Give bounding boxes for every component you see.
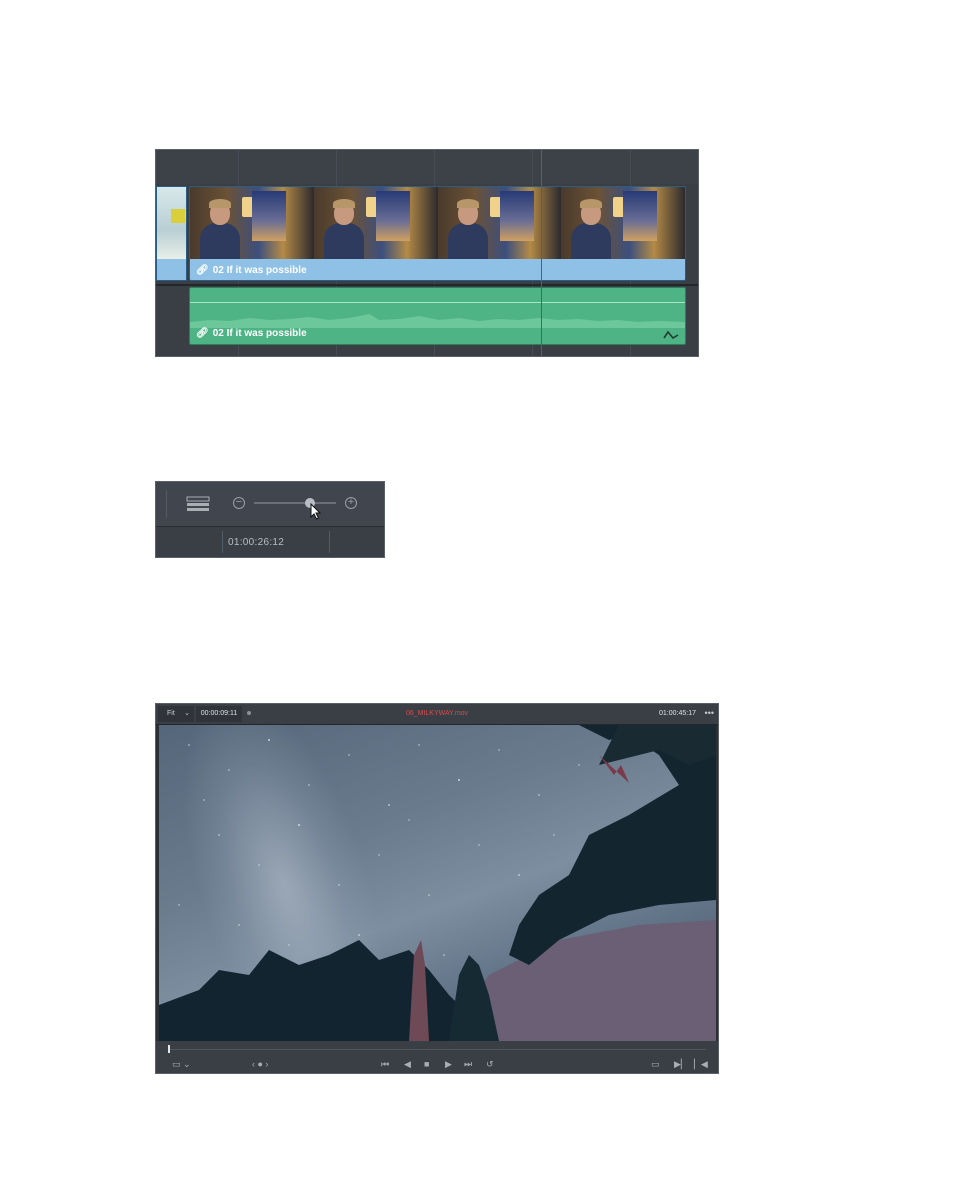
jump-to-end-icon[interactable]: ⏭ (464, 1058, 472, 1070)
mouse-pointer-icon (310, 503, 322, 520)
source-viewer: Fit ⌄ 00:00:09:11 06_MILKYWAY.mov 01:00:4… (155, 703, 719, 1074)
previous-edit-icon[interactable]: ▏◀ (694, 1058, 708, 1070)
audio-clip-name: 02 If it was possible (212, 328, 307, 339)
video-clip-label: 🔗︎ 02 If it was possible (196, 265, 307, 276)
filmstrip-frame (313, 187, 438, 259)
night-sky-scene (159, 725, 716, 1041)
viewer-display-options-icon[interactable]: ▭ ⌄ (172, 1058, 191, 1070)
viewer-image[interactable]: ▶▌ (159, 725, 716, 1041)
previous-video-clip[interactable] (156, 186, 187, 281)
audio-level-line[interactable] (190, 302, 685, 303)
loop-icon[interactable]: ↺ (486, 1058, 494, 1070)
zoom-out-icon[interactable]: − (233, 497, 245, 509)
record-timecode: 01:00:45:17 (659, 710, 696, 717)
zoom-in-icon[interactable]: + (345, 497, 357, 509)
timeline-playhead[interactable] (541, 150, 542, 356)
divider (222, 531, 223, 553)
play-reverse-icon[interactable]: ◀ (404, 1058, 411, 1070)
more-options-icon[interactable]: ••• (705, 704, 714, 722)
filmstrip-frame (561, 187, 685, 259)
clip-thumbnail (157, 187, 186, 259)
divider (329, 531, 330, 553)
mark-in-out-icon[interactable]: ▭ (651, 1058, 660, 1070)
clip-name: 06_MILKYWAY.mov (405, 710, 469, 717)
zoom-toolbar: − + (156, 482, 384, 527)
viewer-header: Fit ⌄ 00:00:09:11 06_MILKYWAY.mov 01:00:4… (156, 704, 718, 725)
keyframe-curve-icon[interactable] (663, 330, 679, 340)
timeline-view-options-icon[interactable] (186, 496, 210, 512)
jog-scrub-bar[interactable] (168, 1049, 706, 1050)
clip-filmstrip (190, 187, 685, 259)
jump-to-start-icon[interactable]: ⏮ (381, 1058, 389, 1070)
timeline-zoom-panel: − + 01:00:26:12 (155, 481, 385, 558)
video-clip[interactable]: 🔗︎ 02 If it was possible (189, 186, 686, 281)
jog-wheel-icon[interactable]: ‹ ● › (252, 1058, 268, 1070)
audio-clip-label: 🔗︎ 02 If it was possible (196, 328, 307, 339)
divider (166, 490, 167, 518)
scrub-playhead[interactable] (168, 1045, 170, 1053)
link-icon: 🔗︎ (196, 328, 209, 339)
zoom-slider-track[interactable] (254, 502, 336, 504)
link-icon: 🔗︎ (196, 265, 209, 276)
audio-clip[interactable]: 🔗︎ 02 If it was possible (189, 287, 686, 345)
stop-icon[interactable]: ■ (424, 1058, 429, 1070)
viewer-transport-bar: ▭ ⌄ ‹ ● › ⏮ ◀ ■ ▶ ⏭ ↺ ▭ ▶▏ ▏◀ (156, 1041, 718, 1073)
filmstrip-frame (437, 187, 562, 259)
play-icon[interactable]: ▶ (445, 1058, 452, 1070)
filmstrip-frame (190, 187, 314, 259)
next-edit-icon[interactable]: ▶▏ (674, 1058, 688, 1070)
video-clip-name: 02 If it was possible (212, 265, 307, 276)
timeline-panel: 🔗︎ 02 If it was possible 🔗︎ 02 If it was p… (155, 149, 699, 357)
zoom-timecode-row: 01:00:26:12 (156, 527, 384, 558)
audio-waveform (190, 314, 685, 328)
timeline-timecode: 01:00:26:12 (228, 537, 285, 548)
track-divider (156, 284, 698, 286)
